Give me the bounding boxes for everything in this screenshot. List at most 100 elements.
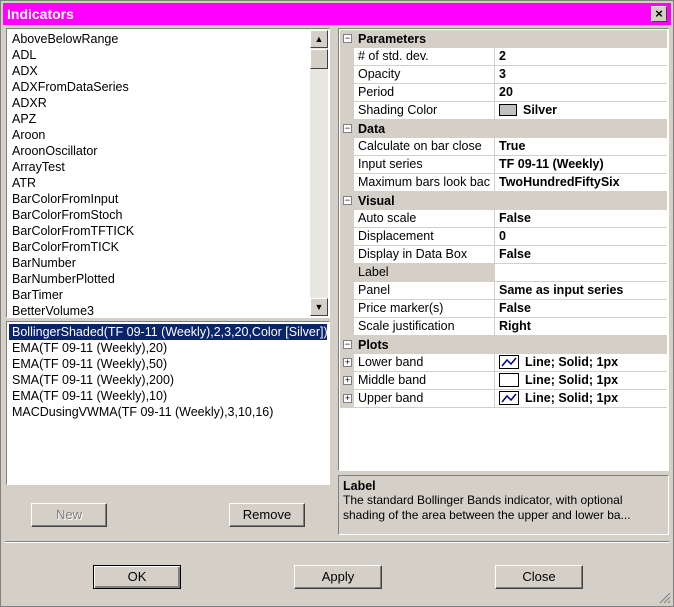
expand-icon[interactable]: + [343,376,352,385]
expand-icon[interactable]: + [343,394,352,403]
list-item[interactable]: AroonOscillator [9,143,309,159]
prop-opacity[interactable]: Opacity 3 [340,66,667,84]
indicators-dialog: Indicators × AboveBelowRange ADL ADX ADXFro… [0,0,674,607]
applied-indicator-item[interactable]: EMA(TF 09-11 (Weekly),50) [9,356,327,372]
list-item[interactable]: ADL [9,47,309,63]
list-item[interactable]: BetterVolume3 [9,303,309,317]
list-item[interactable]: BarColorFromTFTICK [9,223,309,239]
line-plot-icon [499,391,519,405]
category-data[interactable]: − Data [340,120,667,138]
prop-scale-justification[interactable]: Scale justification Right [340,318,667,336]
prop-value[interactable]: False [495,246,667,264]
ok-button[interactable]: OK [93,565,181,589]
prop-name: Auto scale [354,210,495,228]
prop-name: Panel [354,282,495,300]
applied-indicator-item[interactable]: SMA(TF 09-11 (Weekly),200) [9,372,327,388]
list-item[interactable]: ATR [9,175,309,191]
prop-value[interactable] [495,264,667,282]
category-visual[interactable]: − Visual [340,192,667,210]
prop-price-marker[interactable]: Price marker(s) False [340,300,667,318]
list-item[interactable]: ArrayTest [9,159,309,175]
blank-swatch-icon [499,373,519,387]
collapse-icon[interactable]: − [343,196,352,205]
list-item[interactable]: ADXFromDataSeries [9,79,309,95]
prop-name: Period [354,84,495,102]
prop-middle-band[interactable]: + Middle band Line; Solid; 1px [340,372,667,390]
prop-panel[interactable]: Panel Same as input series [340,282,667,300]
applied-indicator-item[interactable]: EMA(TF 09-11 (Weekly),20) [9,340,327,356]
list-item[interactable]: BarColorFromInput [9,191,309,207]
new-button[interactable]: New [31,503,107,527]
prop-value[interactable]: Line; Solid; 1px [495,390,667,408]
prop-name: Middle band [354,372,495,390]
scroll-down-icon[interactable]: ▼ [310,298,328,316]
prop-value[interactable]: 2 [495,48,667,66]
list-item[interactable]: BarNumber [9,255,309,271]
prop-name: Label [354,264,495,282]
prop-value[interactable]: False [495,210,667,228]
remove-button[interactable]: Remove [229,503,305,527]
list-item[interactable]: BarColorFromStoch [9,207,309,223]
collapse-icon[interactable]: − [343,124,352,133]
category-plots[interactable]: − Plots [340,336,667,354]
category-parameters[interactable]: − Parameters [340,30,667,48]
list-item[interactable]: ADX [9,63,309,79]
line-plot-icon [499,355,519,369]
prop-lower-band[interactable]: + Lower band Line; Solid; 1px [340,354,667,372]
property-grid[interactable]: − Parameters # of std. dev. 2 Opacity 3 … [338,28,669,471]
close-button[interactable]: Close [495,565,583,589]
prop-display-data-box[interactable]: Display in Data Box False [340,246,667,264]
prop-value[interactable]: TwoHundredFiftySix [495,174,667,192]
list-item[interactable]: BarColorFromTICK [9,239,309,255]
scroll-up-icon[interactable]: ▲ [310,30,328,48]
prop-std-dev[interactable]: # of std. dev. 2 [340,48,667,66]
close-icon[interactable]: × [651,6,667,22]
prop-period[interactable]: Period 20 [340,84,667,102]
prop-value[interactable]: Silver [495,102,667,120]
prop-name: Maximum bars look bac [354,174,495,192]
list-item[interactable]: Aroon [9,127,309,143]
indicator-list-scrollbar[interactable]: ▲ ▼ [310,30,328,316]
apply-button[interactable]: Apply [294,565,382,589]
prop-value[interactable]: Same as input series [495,282,667,300]
prop-name: Price marker(s) [354,300,495,318]
indicator-list[interactable]: AboveBelowRange ADL ADX ADXFromDataSeries AD… [6,28,330,318]
expand-icon[interactable]: + [343,358,352,367]
list-item[interactable]: APZ [9,111,309,127]
prop-calc-bar-close[interactable]: Calculate on bar close True [340,138,667,156]
scroll-thumb[interactable] [310,49,328,69]
prop-label[interactable]: Label [340,264,667,282]
prop-auto-scale[interactable]: Auto scale False [340,210,667,228]
prop-value[interactable]: Line; Solid; 1px [495,354,667,372]
prop-name: Scale justification [354,318,495,336]
prop-value[interactable]: 20 [495,84,667,102]
collapse-icon[interactable]: − [343,340,352,349]
collapse-icon[interactable]: − [343,34,352,43]
prop-shading-color[interactable]: Shading Color Silver [340,102,667,120]
window-title: Indicators [7,6,74,22]
prop-max-bars[interactable]: Maximum bars look bac TwoHundredFiftySix [340,174,667,192]
list-item[interactable]: BarTimer [9,287,309,303]
applied-indicator-item[interactable]: BollingerShaded(TF 09-11 (Weekly),2,3,20… [9,324,327,340]
description-title: Label [343,479,376,493]
list-item[interactable]: ADXR [9,95,309,111]
prop-value[interactable]: Line; Solid; 1px [495,372,667,390]
applied-indicator-item[interactable]: MACDusingVWMA(TF 09-11 (Weekly),3,10,16) [9,404,327,420]
prop-value[interactable]: True [495,138,667,156]
list-item[interactable]: AboveBelowRange [9,31,309,47]
applied-indicator-item[interactable]: EMA(TF 09-11 (Weekly),10) [9,388,327,404]
prop-value[interactable]: TF 09-11 (Weekly) [495,156,667,174]
prop-value[interactable]: 3 [495,66,667,84]
resize-grip-icon[interactable] [659,592,671,604]
applied-indicators-list[interactable]: BollingerShaded(TF 09-11 (Weekly),2,3,20… [6,321,330,485]
separator [5,541,669,543]
list-item[interactable]: BarNumberPlotted [9,271,309,287]
prop-value[interactable]: Right [495,318,667,336]
prop-displacement[interactable]: Displacement 0 [340,228,667,246]
title-bar[interactable]: Indicators × [3,3,671,25]
prop-value[interactable]: 0 [495,228,667,246]
prop-upper-band[interactable]: + Upper band Line; Solid; 1px [340,390,667,408]
prop-value[interactable]: False [495,300,667,318]
prop-name: Input series [354,156,495,174]
prop-input-series[interactable]: Input series TF 09-11 (Weekly) [340,156,667,174]
